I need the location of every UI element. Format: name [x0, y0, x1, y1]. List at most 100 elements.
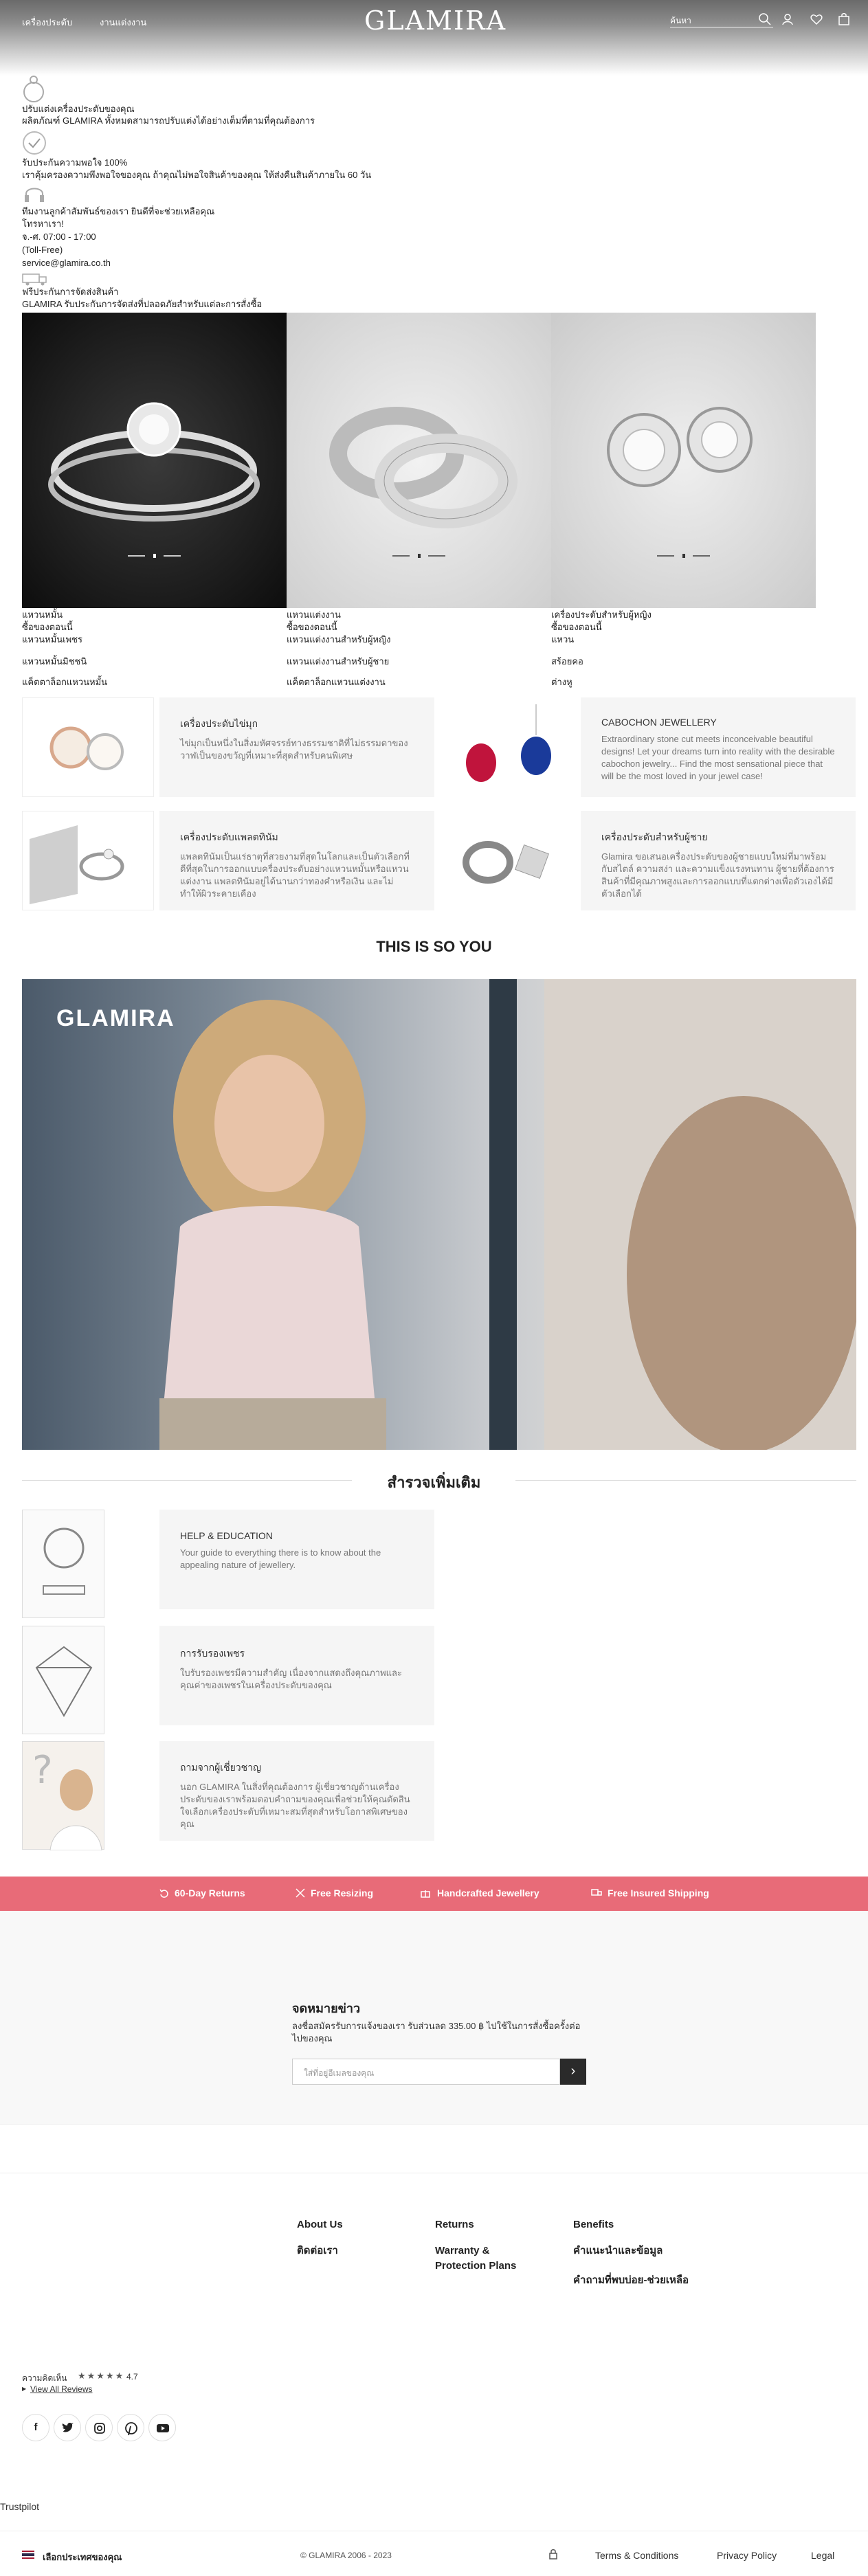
cabochon-image[interactable] — [443, 697, 575, 797]
thailand-flag-icon — [22, 2551, 34, 2559]
slider-dots[interactable] — [287, 550, 551, 560]
check-circle-icon — [23, 131, 46, 155]
video-section-title: THIS IS SO YOU — [376, 938, 492, 955]
bar-shipping[interactable]: Free Insured Shipping — [608, 1888, 709, 1899]
explore-card-certificate[interactable]: การรับรองเพชร ใบรับรองเพชรมีความสำคัญ เน… — [159, 1626, 434, 1725]
category-title: เครื่องประดับแพลตทินัม — [180, 831, 278, 842]
bar-returns[interactable]: 60-Day Returns — [175, 1888, 245, 1899]
twitter-icon[interactable] — [54, 2414, 81, 2441]
cart-bag-icon[interactable] — [837, 12, 851, 26]
divider — [0, 2124, 868, 2125]
bar-handcrafted[interactable]: Handcrafted Jewellery — [437, 1888, 539, 1899]
explore-desc-help: Your guide to everything there is to kno… — [180, 1547, 381, 1570]
footer-about-us[interactable]: About Us — [297, 2217, 343, 2232]
newsletter-email-input[interactable]: ใส่ที่อยู่อีเมลของคุณ — [292, 2059, 560, 2085]
headset-icon — [25, 188, 44, 202]
men-wedding-link[interactable]: แหวนแต่งงานสำหรับผู้ชาย — [287, 656, 389, 667]
category-card-men[interactable]: เครื่องประดับสำหรับผู้ชาย Glamira ขอเสนอ… — [581, 811, 856, 910]
earrings-image — [607, 407, 753, 487]
view-reviews-link[interactable]: View All Reviews — [30, 2384, 92, 2394]
benefit-customize-desc: ผลิตภัณฑ์ GLAMIRA ทั้งหมดสามารถปรับแต่งไ… — [22, 115, 315, 126]
category-desc: Extraordinary stone cut meets inconceiva… — [601, 734, 835, 781]
slider-dots[interactable] — [551, 550, 816, 560]
necklaces-link[interactable]: สร้อยคอ — [551, 656, 583, 667]
category-desc: Glamira ขอเสนอเครื่องประดับของผู้ชายแบบใ… — [601, 851, 834, 899]
benefit-support-tollfree: (Toll-Free) — [22, 245, 63, 255]
nav-wedding[interactable]: งานแต่งงาน — [100, 15, 146, 30]
product-title-women: เครื่องประดับสำหรับผู้หญิง — [551, 609, 652, 620]
diamond-engagement-link[interactable]: แหวนหมั้นเพชร — [22, 634, 82, 645]
explore-title: สำรวจเพิ่มเติม — [387, 1474, 481, 1491]
footer-faq[interactable]: คำถามที่พบบ่อย-ช่วยเหลือ — [573, 2273, 690, 2288]
wedding-rings-image — [329, 407, 518, 528]
facebook-icon[interactable]: f — [22, 2414, 49, 2441]
svg-text:?: ? — [32, 1748, 53, 1793]
newsletter-submit-button[interactable]: › — [560, 2059, 586, 2085]
search-icon[interactable] — [758, 12, 772, 26]
shop-now-link[interactable]: ซื้อของตอนนี้ — [551, 622, 602, 633]
youtube-icon[interactable] — [148, 2414, 176, 2441]
ring-sizing-image[interactable] — [22, 1510, 104, 1618]
benefit-satisfaction-desc: เราคุ้มครองความพึงพอใจของคุณ ถ้าคุณไม่พอ… — [22, 170, 372, 180]
instagram-icon[interactable] — [85, 2414, 113, 2441]
benefit-shipping-title: ฟรีประกันการจัดส่งสินค้า — [22, 287, 119, 297]
nav-jewellery[interactable]: เครื่องประดับ — [22, 15, 72, 30]
newsletter-section — [0, 1911, 868, 2124]
account-icon[interactable] — [781, 12, 794, 26]
category-card-pearl[interactable]: เครื่องประดับไข่มุก ไข่มุกเป็นหนึ่งในสิ่… — [159, 697, 434, 797]
product-card-women[interactable] — [551, 313, 816, 608]
wedding-catalog-link[interactable]: แค็ตตาล็อกแหวนแต่งงาน — [287, 677, 386, 688]
pearl-image[interactable] — [22, 697, 154, 797]
category-card-platinum[interactable]: เครื่องประดับแพลตทินัม แพลตทินัมเป็นแร่ธ… — [159, 811, 434, 910]
shipping-truck-icon — [591, 1889, 602, 1896]
footer-contact[interactable]: ติดต่อเรา — [297, 2243, 338, 2259]
engagement-catalog-link[interactable]: แค็ตตาล็อกแหวนหมั้น — [22, 677, 107, 688]
model-photo — [159, 979, 856, 1450]
engagement-ring-image — [48, 402, 260, 522]
terms-link[interactable]: Terms & Conditions — [595, 2550, 678, 2561]
resize-icon — [296, 1888, 305, 1898]
video-watermark-logo: GLAMIRA — [56, 1005, 175, 1031]
site-logo[interactable]: GLAMIRA — [364, 5, 507, 36]
footer-benefits[interactable]: Benefits — [573, 2217, 614, 2232]
footer-returns[interactable]: Returns — [435, 2217, 474, 2232]
trustpilot-widget[interactable]: Trustpilot — [0, 2501, 39, 2512]
customize-icon — [23, 76, 44, 102]
brand-video[interactable]: GLAMIRA — [22, 979, 856, 1450]
product-card-wedding[interactable] — [287, 313, 551, 608]
product-title-wedding: แหวนแต่งงาน — [287, 609, 341, 620]
benefit-support-hours: จ.-ศ. 07:00 - 17:00 — [22, 232, 96, 242]
platinum-image[interactable] — [22, 811, 154, 910]
benefit-satisfaction-title: รับประกันความพอใจ 100% — [22, 157, 128, 168]
country-selector[interactable]: เลือกประเทศของคุณ — [43, 2550, 122, 2564]
category-desc: ไข่มุกเป็นหนึ่งในสิ่งมหัศจรรย์ทางธรรมชาต… — [180, 738, 408, 761]
benefit-support-title: ทีมงานลูกค้าสัมพันธ์ของเรา ยินดีที่จะช่ว… — [22, 206, 215, 216]
men-jewellery-image[interactable] — [443, 811, 575, 910]
engagement-sub-link[interactable]: แหวนหมั้นมิชชนิ — [22, 656, 87, 667]
rings-link[interactable]: แหวน — [551, 634, 574, 645]
pinterest-icon[interactable] — [117, 2414, 144, 2441]
explore-card-help[interactable]: HELP & EDUCATION Your guide to everythin… — [159, 1510, 434, 1609]
product-card-engagement[interactable] — [22, 313, 287, 608]
slider-dots[interactable] — [22, 550, 287, 560]
explore-card-expert[interactable]: ถามจากผู้เชี่ยวชาญ นอก GLAMIRA ในสิ่งที่… — [159, 1741, 434, 1841]
support-email-link[interactable]: service@glamira.co.th — [22, 257, 111, 269]
product-title-engagement: แหวนหมั้น — [22, 609, 63, 620]
benefit-support-line1: โทรหาเรา! — [22, 219, 64, 229]
shop-now-link[interactable]: ซื้อของตอนนี้ — [287, 622, 337, 633]
expert-image[interactable]: ? — [22, 1741, 104, 1851]
diamond-image[interactable] — [22, 1626, 104, 1734]
privacy-link[interactable]: Privacy Policy — [717, 2550, 777, 2561]
shop-now-link[interactable]: ซื้อของตอนนี้ — [22, 622, 73, 633]
earrings-link[interactable]: ต่างหู — [551, 677, 572, 688]
return-icon — [159, 1889, 168, 1898]
legal-link[interactable]: Legal — [811, 2550, 834, 2561]
category-title: เครื่องประดับสำหรับผู้ชาย — [601, 831, 708, 842]
women-wedding-link[interactable]: แหวนแต่งงานสำหรับผู้หญิง — [287, 634, 391, 645]
bar-resizing[interactable]: Free Resizing — [311, 1888, 373, 1899]
explore-title-expert: ถามจากผู้เชี่ยวชาญ — [180, 1762, 261, 1773]
category-card-cabochon[interactable]: CABOCHON JEWELLERY Extraordinary stone c… — [581, 697, 856, 797]
wishlist-heart-icon[interactable] — [810, 12, 823, 26]
footer-warranty[interactable]: Warranty & Protection Plans — [435, 2243, 538, 2274]
footer-guide[interactable]: คำแนะนำและข้อมูล — [573, 2243, 663, 2259]
